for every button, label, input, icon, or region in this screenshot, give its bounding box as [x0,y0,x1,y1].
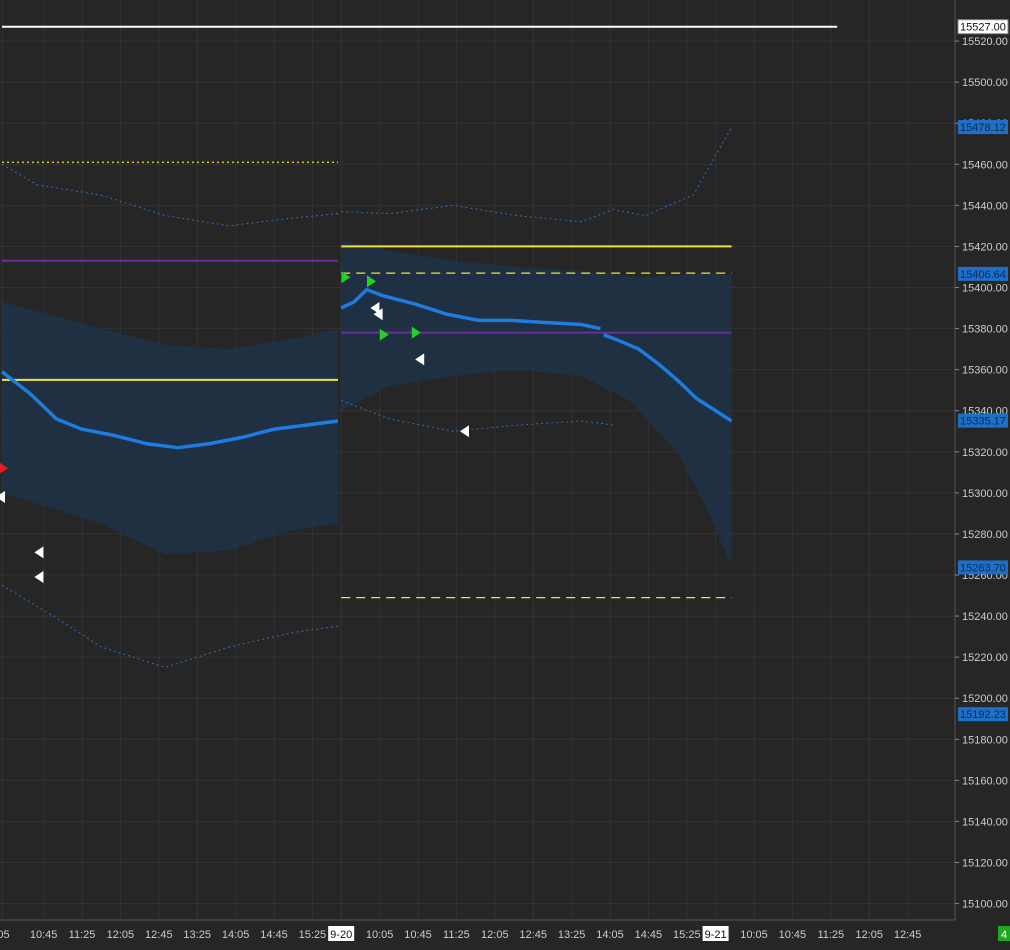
y-tick-label: 15180.00 [962,734,1008,746]
x-tick-label: 12:05 [855,929,883,941]
price-tag-label: 15478.12 [960,122,1006,134]
y-tick-label: 15400.00 [962,283,1008,295]
y-tick-label: 15280.00 [962,529,1008,541]
x-tick-label: 10:45 [30,929,58,941]
y-tick-label: 15460.00 [962,159,1008,171]
y-tick-label: 15500.00 [962,77,1008,89]
y-tick-label: 15220.00 [962,652,1008,664]
y-tick-label: 15380.00 [962,324,1008,336]
x-tick-label: 11:25 [69,929,96,941]
session-label: 9-20 [330,929,352,941]
session-label: 9-21 [705,929,727,941]
price-tag-label: 15335.17 [960,416,1006,428]
price-chart[interactable]: 15100.00 15120.00 15140.00 15160.00 15180.00… [0,0,1010,945]
x-tick-label: 12:05 [107,929,135,941]
x-tick-label: 13:25 [558,929,586,941]
y-tick-label: 15300.00 [962,488,1008,500]
y-tick-label: 15360.00 [962,365,1008,377]
x-tick-label: 14:45 [635,929,663,941]
x-tick-label: 12:45 [145,929,173,941]
y-tick-label: 15440.00 [962,200,1008,212]
y-tick-label: 15100.00 [962,899,1008,911]
x-tick-label: 10:05 [740,929,768,941]
y-tick-label: 15200.00 [962,693,1008,705]
y-tick-label: 15160.00 [962,775,1008,787]
price-tag-label: 15192.23 [960,709,1006,721]
corner-badge-label: 4 [1001,929,1007,941]
price-tag-label: 15263.70 [960,562,1006,574]
x-tick-label: 11:25 [817,929,844,941]
y-tick-label: 15240.00 [962,611,1008,623]
y-tick-label: 15120.00 [962,858,1008,870]
x-tick-label: 14:05 [596,929,624,941]
x-tick-label: 10:45 [779,929,807,941]
x-tick-label: 12:45 [519,929,547,941]
chart-root[interactable]: 15100.00 15120.00 15140.00 15160.00 15180.00… [0,0,1010,945]
price-tag-label: 15527.00 [960,22,1006,34]
x-tick-label: 15:25 [673,929,701,941]
x-tick-label: 10:05 [366,929,394,941]
x-tick-label: 14:45 [260,929,288,941]
y-tick-label: 15140.00 [962,816,1008,828]
x-tick-label: 12:05 [481,929,509,941]
price-tag-label: 15406.64 [960,269,1006,281]
x-tick-label: 14:05 [222,929,250,941]
x-tick-label: 12:45 [894,929,922,941]
y-tick-label: 15420.00 [962,241,1008,253]
y-axis[interactable]: 15100.00 15120.00 15140.00 15160.00 15180.00… [954,0,1010,920]
x-tick-label: 10:45 [404,929,432,941]
x-tick-label: 15:25 [299,929,327,941]
x-tick-label: :05 [0,929,10,941]
x-tick-label: 11:25 [443,929,470,941]
x-axis[interactable]: :05 10:45 11:25 12:05 12:45 13:25 14:05 14:45 15… [0,919,1010,945]
y-tick-label: 15320.00 [962,447,1008,459]
y-tick-label: 15520.00 [962,36,1008,48]
x-tick-label: 13:25 [183,929,211,941]
